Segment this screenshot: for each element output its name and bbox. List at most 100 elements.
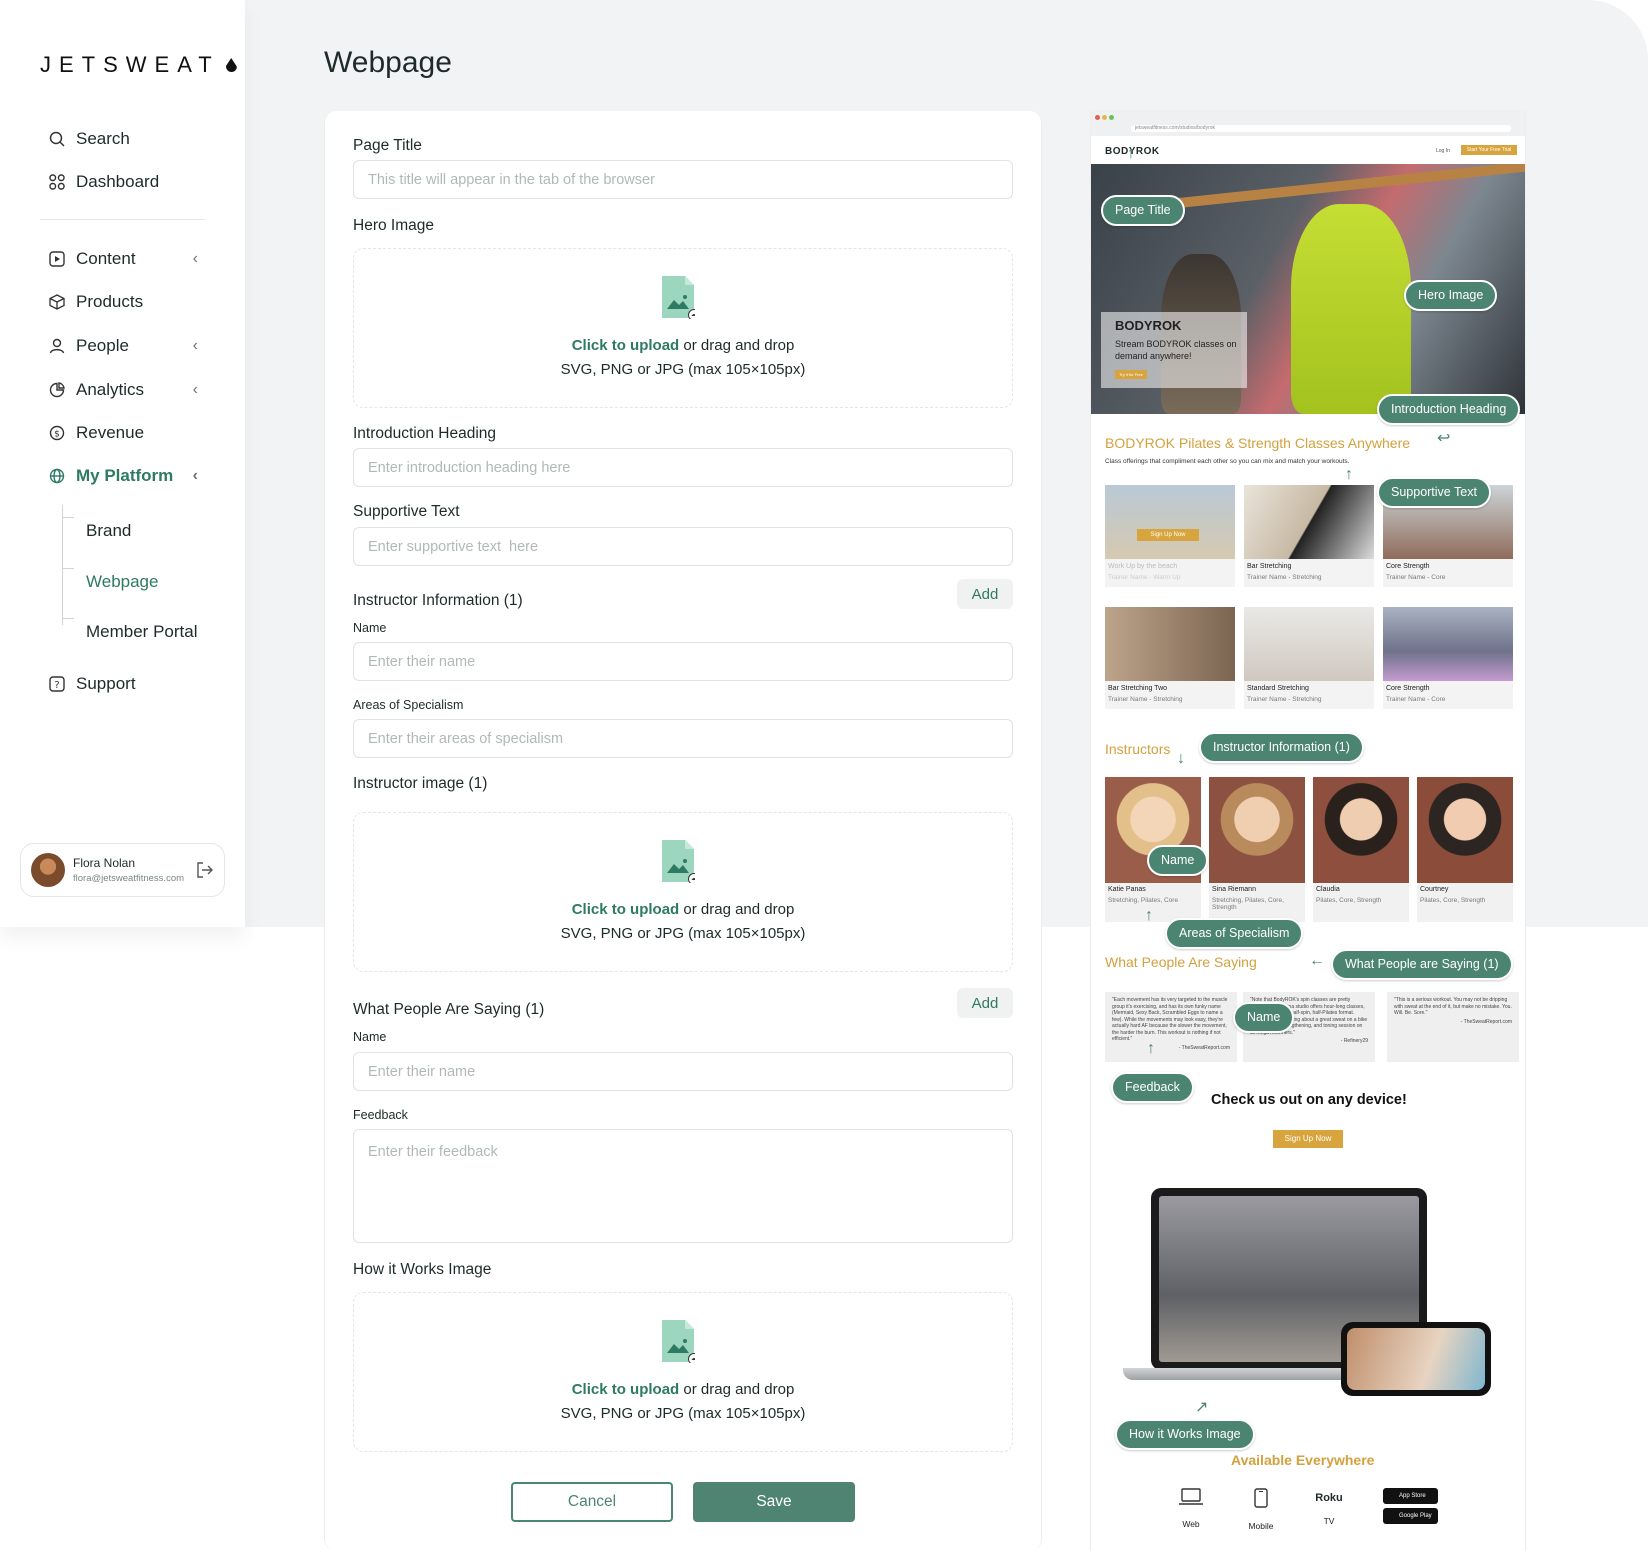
arrow-icon: ↩ <box>1437 430 1451 447</box>
brand-logo[interactable]: JETSWEAT <box>40 52 237 78</box>
class-tile: Sign Up Now Work Up by the beach Trainer… <box>1105 485 1235 587</box>
nav-search[interactable]: Search <box>48 129 198 149</box>
pie-chart-icon <box>48 381 66 399</box>
how-it-works-label: How it Works Image <box>353 1261 492 1278</box>
arrow-icon: ↑ <box>1145 907 1153 924</box>
nav-products[interactable]: Products <box>48 292 198 312</box>
app-store-badge: App Store <box>1383 1488 1438 1504</box>
instructor-photo <box>1209 777 1305 883</box>
instructor-name-label: Name <box>353 621 387 635</box>
annotation-intro-heading: Introduction Heading <box>1377 394 1521 425</box>
click-to-upload-link[interactable]: Click to upload <box>572 1381 680 1398</box>
nav-analytics[interactable]: Analytics ‹ <box>48 380 198 400</box>
browser-chrome: jetsweatfitness.com/studios/bodyrok <box>1091 110 1525 136</box>
how-it-works-upload[interactable]: Click to upload or drag and drop SVG, PN… <box>353 1292 1013 1452</box>
available-heading: Available Everywhere <box>1231 1452 1375 1468</box>
nav-label: Products <box>76 292 144 311</box>
hero-overlay: BODYROK Stream BODYROK classes on demand… <box>1101 312 1247 388</box>
google-play-badge: Google Play <box>1383 1508 1438 1524</box>
nav-revenue[interactable]: $ Revenue <box>48 423 198 443</box>
testimonials-label: What People Are Saying (1) <box>353 1001 545 1018</box>
avatar <box>31 853 65 887</box>
feedback-textarea[interactable] <box>353 1129 1013 1243</box>
cancel-button[interactable]: Cancel <box>511 1482 673 1522</box>
save-button[interactable]: Save <box>693 1482 855 1522</box>
class-title: Core Strength <box>1386 685 1430 692</box>
nav-dashboard[interactable]: Dashboard <box>48 172 198 192</box>
site-cta: Start Your Free Trial <box>1461 145 1517 155</box>
instructor-image-label: Instructor image (1) <box>353 775 488 792</box>
globe-icon <box>48 467 66 485</box>
class-image <box>1383 607 1513 681</box>
quote-text: "This is a serious workout. You may not … <box>1394 997 1512 1016</box>
phone-screen <box>1347 1328 1485 1390</box>
add-instructor-button[interactable]: Add <box>957 579 1013 609</box>
annotation-name: Name <box>1147 845 1209 876</box>
subnav-brand[interactable]: Brand <box>86 521 131 541</box>
annotation-page-title: Page Title <box>1101 195 1185 226</box>
feedback-label: Feedback <box>353 1108 408 1122</box>
class-tile: Bar Stretching Two Trainer Name - Stretc… <box>1105 607 1235 709</box>
annotation-feedback: Feedback <box>1111 1072 1194 1103</box>
maximize-dot <box>1109 115 1114 120</box>
instructor-card: Sina Riemann Stretching, Pilates, Core, … <box>1209 777 1305 922</box>
instructor-name: Katie Panas <box>1108 886 1146 893</box>
sidebar: JETSWEAT Search Dashboard Content ‹ Prod… <box>0 0 245 927</box>
testimonial-name-input[interactable] <box>353 1052 1013 1091</box>
click-to-upload-link[interactable]: Click to upload <box>572 901 680 918</box>
class-trainer: Trainer Name - Stretching <box>1247 696 1322 703</box>
submenu-tick <box>62 568 74 569</box>
hero-image-label: Hero Image <box>353 217 434 234</box>
annotation-areas: Areas of Specialism <box>1165 918 1304 949</box>
upload-drag-text: or drag and drop <box>679 337 795 354</box>
class-tile: Bar Stretching Trainer Name - Stretching <box>1244 485 1374 587</box>
close-dot <box>1095 115 1100 120</box>
instructor-name-input[interactable] <box>353 642 1013 681</box>
specialism-input[interactable] <box>353 719 1013 758</box>
quote-text: "Each movement has its very targeted to … <box>1112 997 1228 1042</box>
hero-title: BODYROK <box>1115 318 1182 333</box>
subnav-member-portal[interactable]: Member Portal <box>86 622 197 642</box>
nav-content[interactable]: Content ‹ <box>48 249 198 269</box>
upload-instructions: Click to upload or drag and drop <box>354 337 1012 354</box>
nav-people[interactable]: People ‹ <box>48 336 198 356</box>
class-image <box>1244 485 1374 559</box>
arrow-icon: ↓ <box>1177 750 1185 767</box>
upload-hint: SVG, PNG or JPG (max 105×105px) <box>560 361 806 378</box>
upload-drag-text: or drag and drop <box>679 901 795 918</box>
supportive-text-label: Supportive Text <box>353 503 460 520</box>
logout-icon[interactable] <box>196 861 214 879</box>
hero-button: Try it for Free <box>1115 370 1147 379</box>
phone-image <box>1341 1322 1491 1396</box>
devices-heading: Check us out on any device! <box>1211 1092 1407 1108</box>
subnav-webpage[interactable]: Webpage <box>86 572 158 592</box>
class-title: Standard Stretching <box>1247 685 1309 692</box>
user-card[interactable]: Flora Nolan flora@jetsweatfitness.com <box>20 843 225 897</box>
intro-heading-input[interactable] <box>353 448 1013 487</box>
laptop-icon <box>1179 1488 1203 1505</box>
device-label: Web <box>1182 1519 1200 1529</box>
brand-name: JETSWEAT <box>40 52 220 77</box>
drop-icon <box>225 58 237 72</box>
instructor-name: Claudia <box>1316 886 1340 893</box>
annotation-name-2: Name <box>1233 1002 1295 1033</box>
hero-image-upload[interactable]: Click to upload or drag and drop SVG, PN… <box>353 248 1013 408</box>
add-testimonial-button[interactable]: Add <box>957 988 1013 1018</box>
class-title: Bar Stretching <box>1247 563 1292 570</box>
nav-my-platform[interactable]: My Platform ‹ <box>48 466 198 486</box>
page-title-input[interactable] <box>353 160 1013 199</box>
class-tile: Standard Stretching Trainer Name - Stret… <box>1244 607 1374 709</box>
class-trainer: Trainer Name - Stretching <box>1108 696 1183 703</box>
site-login: Log In <box>1436 148 1450 154</box>
supportive-text-input[interactable] <box>353 527 1013 566</box>
nav-support[interactable]: ? Support <box>48 674 198 694</box>
arrow-icon: ↑ <box>1127 145 1135 162</box>
nav-label: Search <box>76 129 130 148</box>
svg-text:$: $ <box>54 430 60 440</box>
instructor-image-upload[interactable]: Click to upload or drag and drop SVG, PN… <box>353 812 1013 972</box>
click-to-upload-link[interactable]: Click to upload <box>572 337 680 354</box>
intro-heading: BODYROK Pilates & Strength Classes Anywh… <box>1105 435 1411 451</box>
device-label: Mobile <box>1248 1521 1274 1531</box>
annotation-instructor-info: Instructor Information (1) <box>1199 732 1364 763</box>
upload-hint: SVG, PNG or JPG (max 105×105px) <box>560 925 806 942</box>
